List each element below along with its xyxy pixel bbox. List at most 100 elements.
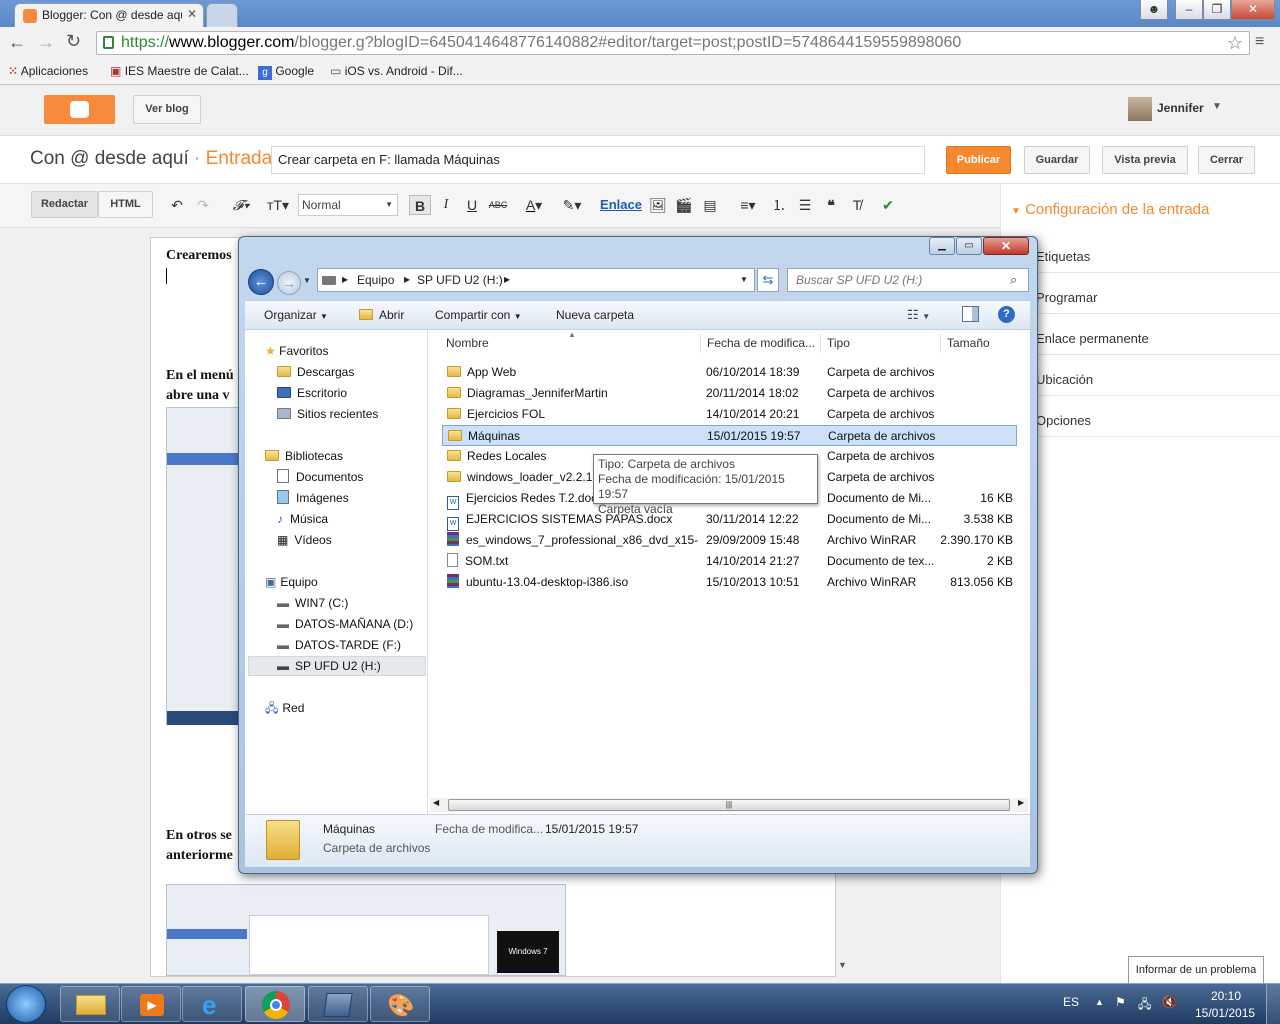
quote-icon[interactable]: ❝ (821, 195, 841, 215)
action-center-icon[interactable]: ⚑ (1115, 995, 1126, 1009)
nav-drive-h[interactable]: ▬ SP UFD U2 (H:) (248, 656, 426, 676)
open-button[interactable]: Abrir (359, 308, 404, 322)
scroll-right-icon[interactable]: ▶ (1018, 798, 1024, 807)
screenshot-image-2[interactable]: Windows 7 (166, 884, 566, 976)
italic-button[interactable]: I (436, 195, 456, 215)
organize-button[interactable]: Organizar ▼ (264, 308, 328, 322)
file-row[interactable]: Máquinas 15/01/2015 19:57 Carpeta de archi… (442, 425, 1017, 446)
taskbar-paint-icon[interactable]: 🎨 (370, 986, 430, 1022)
volume-muted-icon[interactable]: 🔇 (1162, 995, 1177, 1009)
bookmark-apps[interactable]: ⁙ Aplicaciones (8, 63, 88, 79)
column-header-size[interactable]: Tamaño (947, 336, 990, 350)
scroll-left-icon[interactable]: ◀ (433, 798, 439, 807)
file-row[interactable]: Diagramas_JenniferMartin 20/11/2014 18:02… (442, 383, 1017, 404)
nav-desktop[interactable]: Escritorio (277, 384, 347, 402)
refresh-icon[interactable]: ⇆ (757, 268, 779, 292)
menu-icon[interactable]: ≡ (1255, 33, 1264, 51)
column-divider[interactable] (820, 333, 821, 353)
bookmark-google[interactable]: g Google (258, 63, 314, 80)
bullet-list-icon[interactable]: ☰ (795, 195, 815, 215)
history-chevron-down-icon[interactable]: ▼ (303, 276, 311, 285)
jump-break-icon[interactable]: ▤ (700, 195, 720, 215)
taskbar-media-player-icon[interactable]: ▶ (121, 986, 181, 1022)
compose-mode-button[interactable]: Redactar (31, 191, 98, 218)
numbered-list-icon[interactable]: ⒈ (769, 195, 789, 215)
link-button[interactable]: Enlace (600, 195, 642, 215)
video-icon[interactable]: 🎬 (674, 195, 694, 215)
highlight-icon[interactable]: ✎▾ (556, 195, 588, 215)
file-row[interactable]: SOM.txt 14/10/2014 21:27 Documento de tex.… (442, 551, 1017, 572)
nav-documents[interactable]: Documentos (277, 468, 363, 486)
paragraph-format-select[interactable]: Normal ▼ (298, 194, 398, 216)
clock-time[interactable]: 20:10 (1211, 989, 1241, 1003)
breadcrumb-drive[interactable]: SP UFD U2 (H:) (417, 273, 503, 287)
explorer-close-icon[interactable]: ✕ (983, 237, 1029, 255)
bold-button[interactable]: B (409, 195, 431, 215)
preview-pane-icon[interactable] (962, 306, 979, 322)
nav-drive-f[interactable]: ▬ DATOS-TARDE (F:) (277, 636, 401, 654)
font-family-icon[interactable]: 𝓕▾ (225, 195, 257, 215)
avatar[interactable] (1128, 97, 1152, 121)
start-button-icon[interactable] (6, 985, 46, 1023)
settings-options[interactable]: Opciones (1000, 396, 1280, 437)
nav-recent-places[interactable]: Sitios recientes (277, 405, 378, 423)
strikethrough-button[interactable]: ABC (487, 195, 509, 215)
settings-title[interactable]: ▼ Configuración de la entrada (1011, 201, 1209, 218)
file-row[interactable]: ubuntu-13.04-desktop-i386.iso 15/10/2013 … (442, 572, 1017, 593)
view-blog-button[interactable]: Ver blog (133, 95, 201, 124)
nav-computer[interactable]: ▣ Equipo (265, 573, 318, 591)
nav-libraries[interactable]: Bibliotecas (265, 447, 343, 465)
close-window-icon[interactable]: ✕ (1231, 0, 1275, 20)
address-dropdown-icon[interactable]: ▼ (740, 275, 748, 284)
new-tab-button[interactable] (206, 3, 238, 27)
column-divider[interactable] (700, 333, 701, 353)
settings-schedule[interactable]: Programar (1000, 273, 1280, 314)
publish-button[interactable]: Publicar (946, 146, 1011, 174)
taskbar-virtualbox-icon[interactable] (308, 986, 368, 1022)
file-row[interactable]: es_windows_7_professional_x86_dvd_x15-..… (442, 530, 1017, 551)
column-header-type[interactable]: Tipo (827, 336, 850, 350)
undo-icon[interactable]: ↶ (167, 195, 187, 215)
profile-icon[interactable]: ☻ (1140, 0, 1168, 20)
text-color-icon[interactable]: A▾ (518, 195, 550, 215)
tab-close-icon[interactable]: ✕ (187, 7, 197, 21)
close-button[interactable]: Cerrar (1198, 146, 1255, 174)
forward-icon[interactable]: → (37, 32, 55, 53)
nav-pictures[interactable]: Imágenes (277, 489, 349, 507)
language-indicator[interactable]: ES (1063, 995, 1079, 1009)
column-divider[interactable] (940, 333, 941, 353)
taskbar-ie-icon[interactable]: e (182, 986, 242, 1022)
bookmark-ies[interactable]: ▣ IES Maestre de Calat... (110, 63, 249, 79)
nav-downloads[interactable]: Descargas (277, 363, 354, 381)
nav-music[interactable]: ♪ Música (277, 510, 328, 528)
nav-drive-d[interactable]: ▬ DATOS-MAÑANA (D:) (277, 615, 413, 633)
help-icon[interactable]: ? (998, 306, 1015, 323)
explorer-search-input[interactable]: Buscar SP UFD U2 (H:) (787, 268, 1029, 292)
column-header-date[interactable]: Fecha de modifica... (707, 336, 815, 350)
user-name[interactable]: Jennifer (1157, 101, 1204, 115)
underline-button[interactable]: U (462, 195, 482, 215)
restore-icon[interactable]: ❐ (1203, 0, 1231, 20)
explorer-minimize-icon[interactable]: ▁ (929, 237, 955, 255)
settings-location[interactable]: Ubicación (1000, 355, 1280, 396)
blogger-logo-button[interactable] (44, 95, 115, 124)
nav-favorites[interactable]: ★ Favoritos (265, 342, 328, 360)
settings-permalink[interactable]: Enlace permanente (1000, 314, 1280, 355)
align-icon[interactable]: ≡▾ (732, 195, 764, 215)
remove-format-icon[interactable]: T̸ (847, 195, 867, 215)
explorer-back-icon[interactable]: ← (248, 269, 274, 295)
nav-drive-c[interactable]: ▬ WIN7 (C:) (277, 594, 348, 612)
nav-network[interactable]: 🖧 Red (265, 699, 304, 717)
screenshot-image-1[interactable] (166, 407, 241, 725)
font-size-icon[interactable]: ᴛT▾ (262, 195, 294, 215)
scrollbar-thumb[interactable]: ||| (448, 799, 1010, 811)
post-title-input[interactable]: Crear carpeta en F: llamada Máquinas (271, 146, 925, 174)
taskbar-explorer-icon[interactable] (60, 986, 120, 1022)
show-desktop-button[interactable] (1266, 984, 1280, 1024)
explorer-address-bar[interactable]: ▸ Equipo ▸ SP UFD U2 (H:) ▸ ▼ (317, 268, 755, 292)
explorer-forward-icon[interactable]: → (277, 271, 301, 295)
image-icon[interactable]: 🖼 (648, 195, 668, 215)
settings-labels[interactable]: Etiquetas (1000, 232, 1280, 273)
column-header-name[interactable]: Nombre (446, 336, 489, 350)
file-row[interactable]: Ejercicios FOL 14/10/2014 20:21 Carpeta de… (442, 404, 1017, 425)
